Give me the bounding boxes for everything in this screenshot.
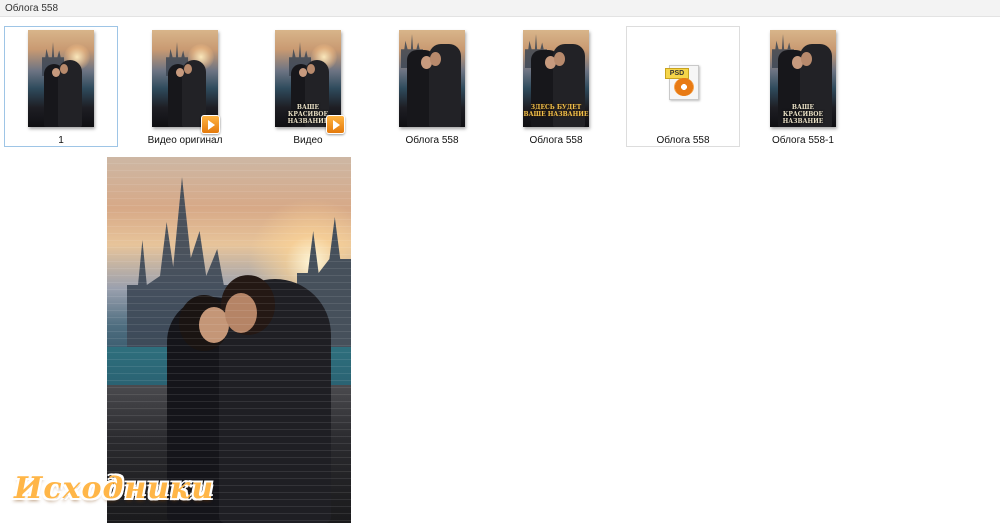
cover-title-text: ВАШЕ КРАСИВОЕ НАЗВАНИЕ [782,104,824,125]
file-item-cover-558-titled[interactable]: ЗДЕСЬ БУДЕТ ВАШЕ НАЗВАНИЕ Облога 558 [499,26,613,147]
cover-title-text: ЗДЕСЬ БУДЕТ ВАШЕ НАЗВАНИЕ [523,104,589,118]
video-thumbnail: ВАШЕ КРАСИВОЕ НАЗВАНИЕ [275,30,341,127]
file-label: Видео оригинал [147,135,223,146]
psd-file-icon: PSD [665,63,701,100]
file-label: 1 [58,135,64,146]
video-thumbnail [152,30,218,127]
file-item-cover-558-1[interactable]: ВАШЕ КРАСИВОЕ НАЗВАНИЕ Облога 558-1 [746,26,860,147]
file-label: Облога 558-1 [772,135,834,146]
video-play-icon [326,115,345,134]
image-thumbnail: ВАШЕ КРАСИВОЕ НАЗВАНИЕ [770,30,836,127]
file-item-video-original[interactable]: Видео оригинал [128,26,242,147]
image-thumbnail: ЗДЕСЬ БУДЕТ ВАШЕ НАЗВАНИЕ [523,30,589,127]
file-item-psd[interactable]: PSD Облога 558 [626,26,740,147]
file-label: Облога 558 [529,135,583,146]
preview-image [107,157,351,523]
watermark-text: Исходники [14,471,215,506]
file-item-cover-558[interactable]: Облога 558 [375,26,489,147]
image-thumbnail [28,30,94,127]
video-play-icon [201,115,220,134]
file-label: Видео [293,135,323,146]
file-label: Облога 558 [656,135,710,146]
file-item-video[interactable]: ВАШЕ КРАСИВОЕ НАЗВАНИЕ Видео [251,26,365,147]
file-item-1[interactable]: 1 [4,26,118,147]
image-thumbnail [399,30,465,127]
file-label: Облога 558 [405,135,459,146]
